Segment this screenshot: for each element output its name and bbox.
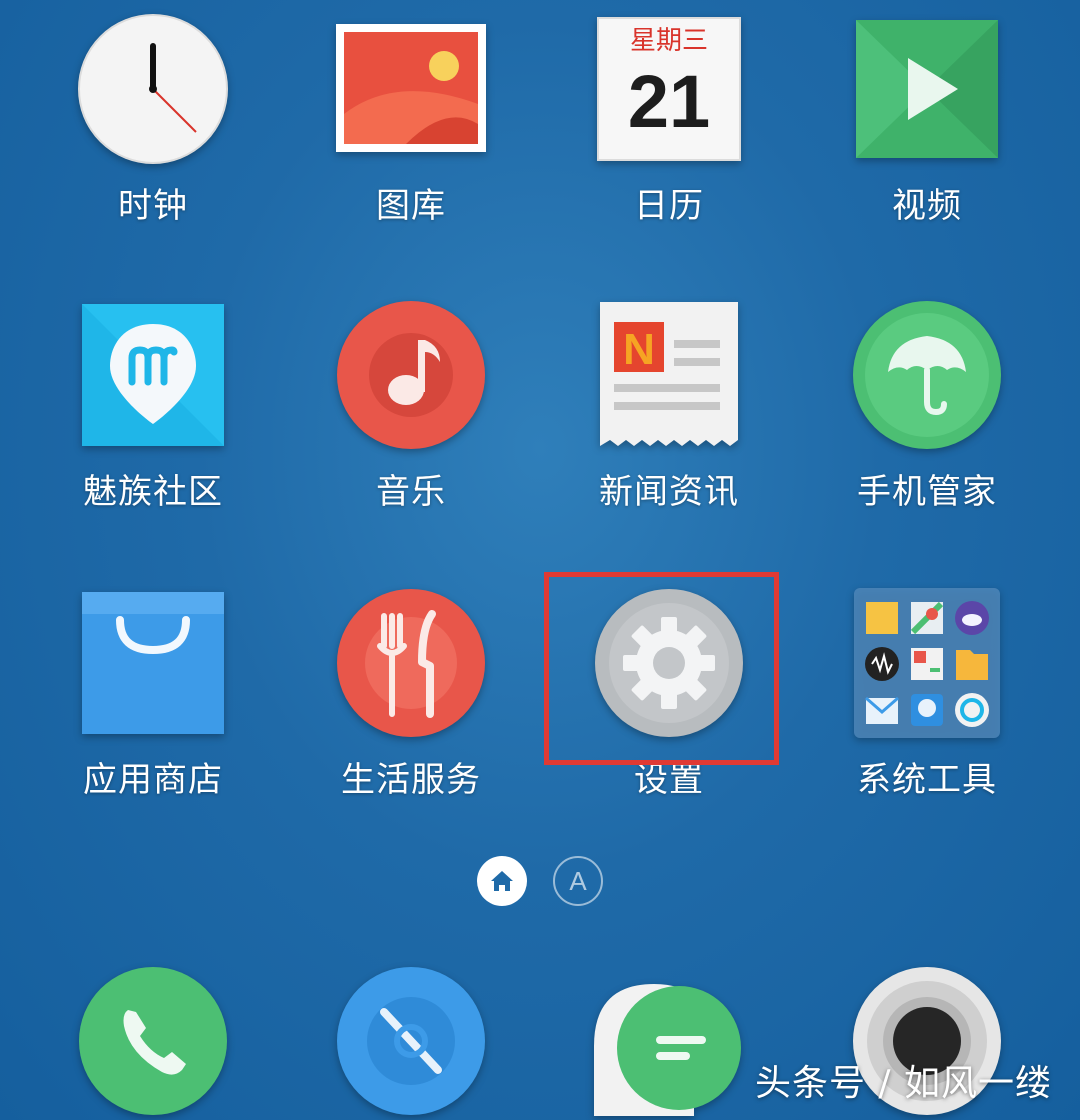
home-screen: 时钟 图库 星期三 21 日历 视频 魅族社区 音乐 N 新闻资讯 手机管家 应… [0, 0, 1080, 1120]
dock-browser[interactable] [336, 966, 486, 1116]
app-life-services[interactable]: 生活服务 [301, 588, 521, 818]
calendar-date: 21 [627, 60, 711, 143]
music-icon [336, 300, 486, 450]
app-label: 时钟 [118, 186, 188, 226]
messages-icon [594, 984, 741, 1116]
gear-icon [594, 588, 744, 738]
calendar-icon: 星期三 21 [594, 14, 744, 164]
app-meizu-community[interactable]: 魅族社区 [43, 300, 263, 530]
app-news[interactable]: N 新闻资讯 [559, 300, 779, 530]
umbrella-icon [852, 300, 1002, 450]
app-gallery[interactable]: 图库 [301, 14, 521, 244]
gallery-icon [336, 14, 486, 164]
news-icon: N [594, 300, 744, 450]
fork-knife-icon [336, 588, 486, 738]
app-video[interactable]: 视频 [817, 14, 1037, 244]
app-system-tools[interactable]: 系统工具 [817, 588, 1037, 818]
svg-text:N: N [623, 325, 655, 374]
phone-icon [79, 967, 227, 1115]
app-app-store[interactable]: 应用商店 [43, 588, 263, 818]
dock-messages[interactable] [594, 966, 744, 1116]
home-icon [491, 871, 513, 891]
app-label: 视频 [892, 186, 962, 226]
app-label: 生活服务 [341, 760, 481, 800]
app-label: 设置 [634, 760, 704, 800]
app-phone-manager[interactable]: 手机管家 [817, 300, 1037, 530]
app-calendar[interactable]: 星期三 21 日历 [559, 14, 779, 244]
browser-icon [337, 967, 485, 1115]
app-label: 音乐 [376, 472, 446, 512]
app-label: 日历 [634, 186, 704, 226]
watermark: 头条号 / 如风一缕 [754, 1063, 1052, 1104]
app-music[interactable]: 音乐 [301, 300, 521, 530]
app-label: 图库 [376, 186, 446, 226]
video-icon [852, 14, 1002, 164]
app-settings[interactable]: 设置 [559, 588, 779, 818]
app-label: 系统工具 [857, 760, 997, 800]
app-label: 应用商店 [83, 760, 223, 800]
app-label: 魅族社区 [83, 472, 223, 512]
page-indicator-a[interactable]: A [553, 856, 603, 906]
page-indicator-home[interactable] [477, 856, 527, 906]
meizu-community-icon [78, 300, 228, 450]
folder-grid-icon [852, 588, 1002, 738]
dock-phone[interactable] [78, 966, 228, 1116]
calendar-weekday: 星期三 [629, 26, 708, 56]
app-clock[interactable]: 时钟 [43, 14, 263, 244]
app-label: 手机管家 [857, 472, 997, 512]
clock-icon [78, 14, 228, 164]
shopping-bag-icon [78, 588, 228, 738]
app-label: 新闻资讯 [599, 472, 739, 512]
